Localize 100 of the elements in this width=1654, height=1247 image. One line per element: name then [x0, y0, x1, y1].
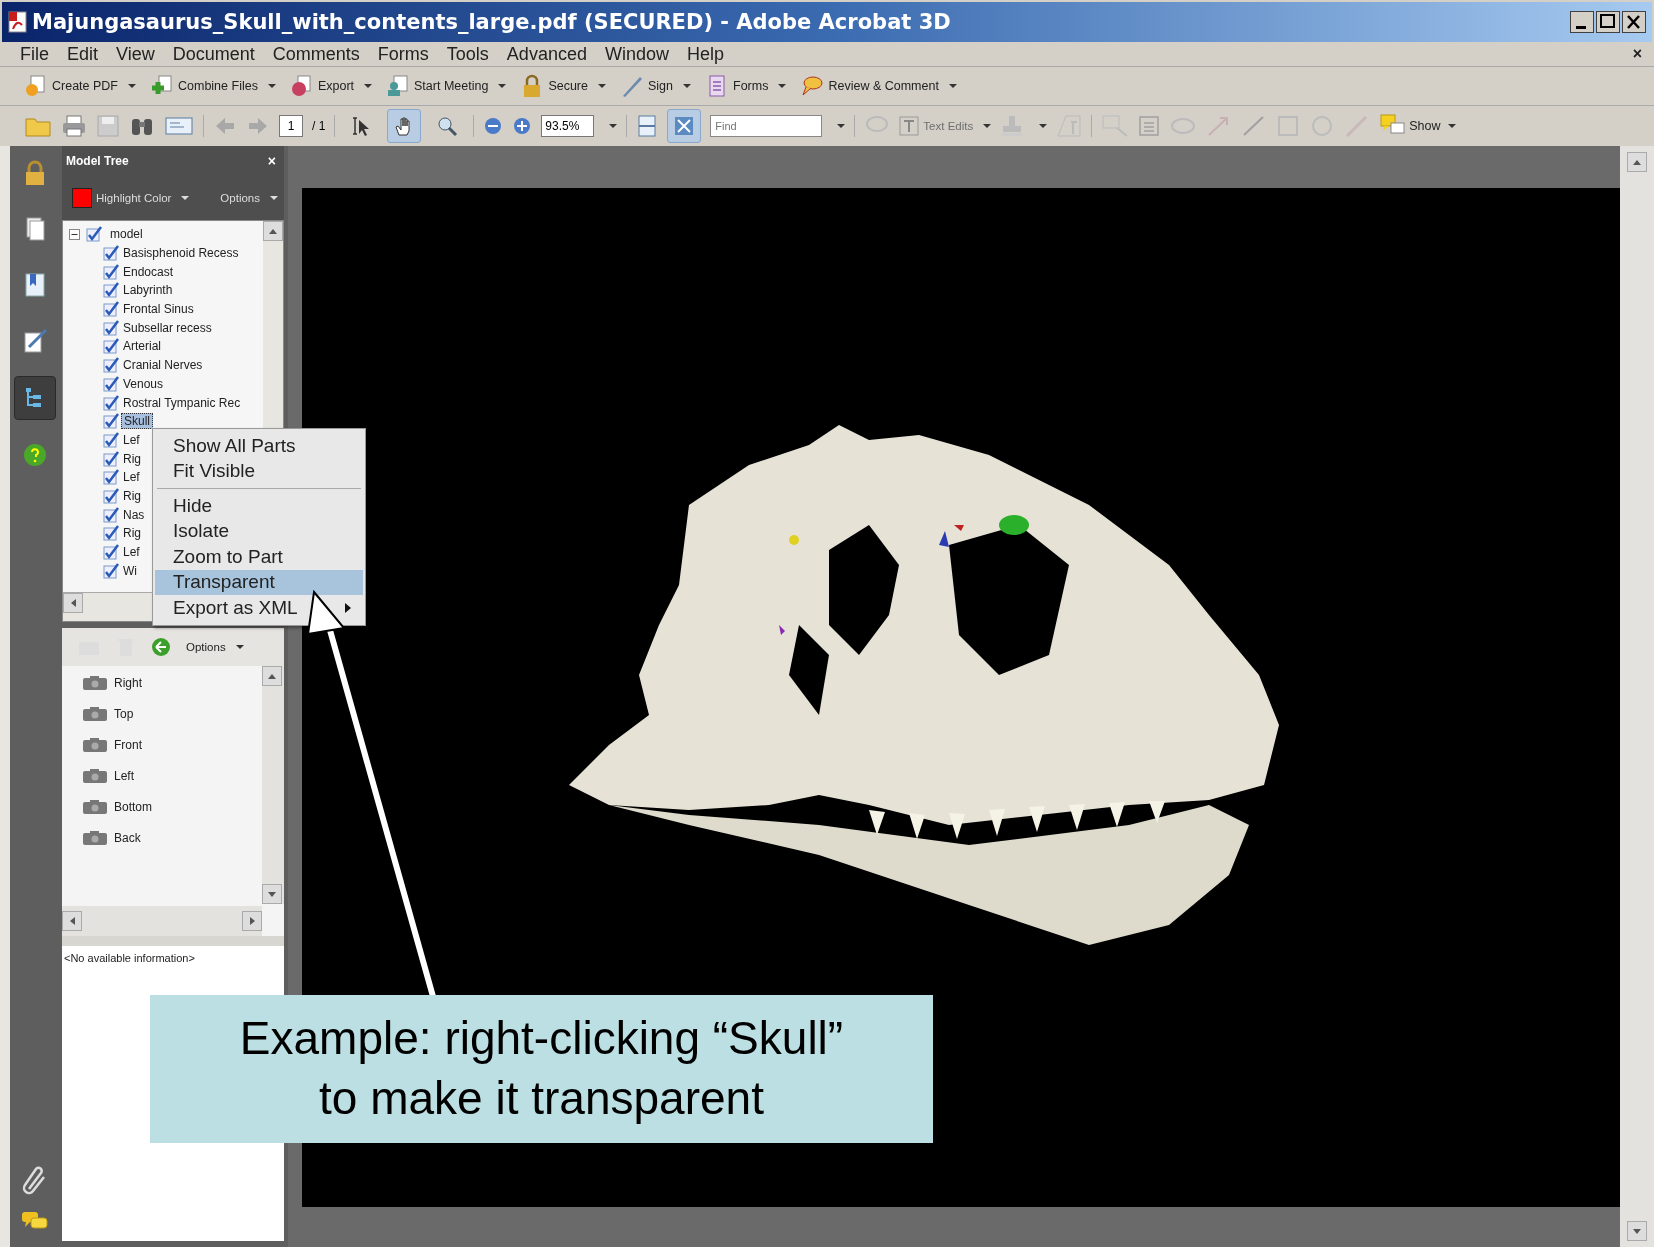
- caret-icon[interactable]: [1039, 124, 1048, 128]
- task-button[interactable]: Secure: [516, 72, 610, 100]
- text-field-icon[interactable]: [1056, 114, 1083, 138]
- list-item[interactable]: Top: [82, 705, 134, 723]
- task-button[interactable]: Export: [285, 72, 377, 100]
- minimize-icon[interactable]: [1570, 11, 1594, 33]
- tree-item[interactable]: Nas: [121, 507, 147, 522]
- list-item[interactable]: Right: [82, 674, 142, 692]
- page-count: / 1: [312, 119, 326, 133]
- zoom-out-icon[interactable]: [483, 116, 504, 136]
- checkbox[interactable]: [103, 319, 119, 336]
- menu-item[interactable]: Show All Parts: [155, 433, 363, 459]
- checkbox[interactable]: [103, 394, 119, 411]
- checkbox[interactable]: [103, 263, 119, 280]
- menu-item[interactable]: Comments: [272, 43, 360, 65]
- close-panel-button[interactable]: ×: [267, 153, 276, 169]
- task-button[interactable]: Create PDF: [20, 72, 140, 100]
- fit-page-icon[interactable]: [636, 114, 659, 138]
- tree-item[interactable]: Venous: [121, 376, 166, 391]
- caret-icon[interactable]: [837, 124, 846, 128]
- printer-icon[interactable]: [61, 114, 87, 138]
- menu-item[interactable]: Window: [604, 43, 669, 65]
- tree-item[interactable]: Lef: [121, 545, 142, 560]
- checkbox[interactable]: [103, 562, 119, 579]
- task-button[interactable]: Review & Comment: [796, 72, 961, 100]
- expand-arrows-icon: [673, 115, 696, 137]
- tree-item[interactable]: Rig: [121, 451, 143, 466]
- tree-item[interactable]: Labyrinth: [121, 283, 175, 298]
- task-button[interactable]: Start Meeting: [382, 72, 511, 100]
- hand-tool-button[interactable]: [387, 109, 422, 143]
- model-tree-button[interactable]: [14, 376, 56, 420]
- checkbox[interactable]: [103, 375, 119, 392]
- menu-item[interactable]: Edit: [67, 43, 99, 65]
- tree-item[interactable]: Rig: [121, 526, 143, 541]
- find-field[interactable]: Find: [710, 115, 823, 137]
- checkbox[interactable]: [103, 245, 119, 262]
- close-icon[interactable]: [1622, 11, 1646, 33]
- tree-item[interactable]: Lef: [121, 470, 142, 485]
- checkbox[interactable]: [103, 525, 119, 542]
- menu-item[interactable]: Forms: [377, 43, 429, 65]
- checkbox[interactable]: [86, 226, 102, 243]
- collapse-icon[interactable]: [69, 228, 80, 240]
- zoom-in-icon[interactable]: [512, 116, 533, 136]
- task-button[interactable]: Sign: [616, 72, 695, 100]
- menu-item[interactable]: File: [20, 43, 49, 65]
- options-button[interactable]: Options: [220, 192, 278, 204]
- tree-item[interactable]: Lef: [121, 432, 142, 447]
- maximize-icon[interactable]: [1596, 11, 1620, 33]
- tree-item[interactable]: Skull: [121, 413, 153, 430]
- task-button[interactable]: Forms: [701, 72, 791, 100]
- menu-item[interactable]: Help: [686, 43, 724, 65]
- menu-item[interactable]: Tools: [446, 43, 489, 65]
- options-button[interactable]: Options: [186, 641, 244, 653]
- scrollbar[interactable]: [262, 666, 284, 904]
- checkbox[interactable]: [103, 544, 119, 561]
- menu-item[interactable]: Transparent: [155, 569, 363, 595]
- scrollbar[interactable]: [1620, 146, 1654, 1247]
- highlight-color-button[interactable]: Highlight Color: [72, 188, 190, 208]
- tree-item[interactable]: Subsellar recess: [121, 320, 214, 335]
- checkbox[interactable]: [103, 282, 119, 299]
- menu-item[interactable]: Document: [172, 43, 255, 65]
- checkbox[interactable]: [103, 413, 119, 430]
- tree-item[interactable]: model: [108, 227, 145, 242]
- tree-item[interactable]: Endocast: [121, 264, 176, 279]
- checkbox[interactable]: [103, 338, 119, 355]
- zoom-field[interactable]: 93.5%: [541, 115, 595, 137]
- list-item[interactable]: Bottom: [82, 798, 152, 816]
- scrollbar[interactable]: [62, 906, 262, 936]
- splitter-handle[interactable]: [62, 936, 284, 946]
- tree-item[interactable]: Arterial: [121, 339, 163, 354]
- checkbox[interactable]: [103, 450, 119, 467]
- menu-item[interactable]: Fit Visible: [155, 458, 363, 484]
- checkbox[interactable]: [103, 357, 119, 374]
- menu-item[interactable]: Export as XML: [155, 595, 363, 621]
- checkbox[interactable]: [103, 487, 119, 504]
- menu-item[interactable]: View: [116, 43, 155, 65]
- checkbox[interactable]: [103, 431, 119, 448]
- list-item[interactable]: Left: [82, 767, 134, 785]
- tree-item[interactable]: Cranial Nerves: [121, 358, 205, 373]
- pen-icon: [620, 74, 644, 98]
- list-item[interactable]: Back: [82, 829, 141, 847]
- caret-icon[interactable]: [609, 124, 618, 128]
- tree-item[interactable]: Frontal Sinus: [121, 302, 196, 317]
- tree-item[interactable]: Basisphenoid Recess: [121, 246, 241, 261]
- menu-item[interactable]: Zoom to Part: [155, 544, 363, 570]
- show-button[interactable]: Show: [1379, 114, 1457, 138]
- full-screen-button[interactable]: [667, 109, 702, 143]
- menu-item[interactable]: Isolate: [155, 518, 363, 544]
- menu-item[interactable]: Advanced: [506, 43, 587, 65]
- checkbox[interactable]: [103, 469, 119, 486]
- task-button[interactable]: Combine Files: [146, 72, 280, 100]
- checkbox[interactable]: [103, 506, 119, 523]
- tree-item[interactable]: Wi: [121, 563, 139, 578]
- menu-item[interactable]: Hide: [155, 493, 363, 519]
- close-document-button[interactable]: ×: [1632, 45, 1642, 63]
- checkbox[interactable]: [103, 301, 119, 318]
- tree-item[interactable]: Rostral Tympanic Rec: [121, 395, 243, 410]
- tree-item[interactable]: Rig: [121, 488, 143, 503]
- page-number-field[interactable]: 1: [279, 115, 303, 137]
- list-item[interactable]: Front: [82, 736, 142, 754]
